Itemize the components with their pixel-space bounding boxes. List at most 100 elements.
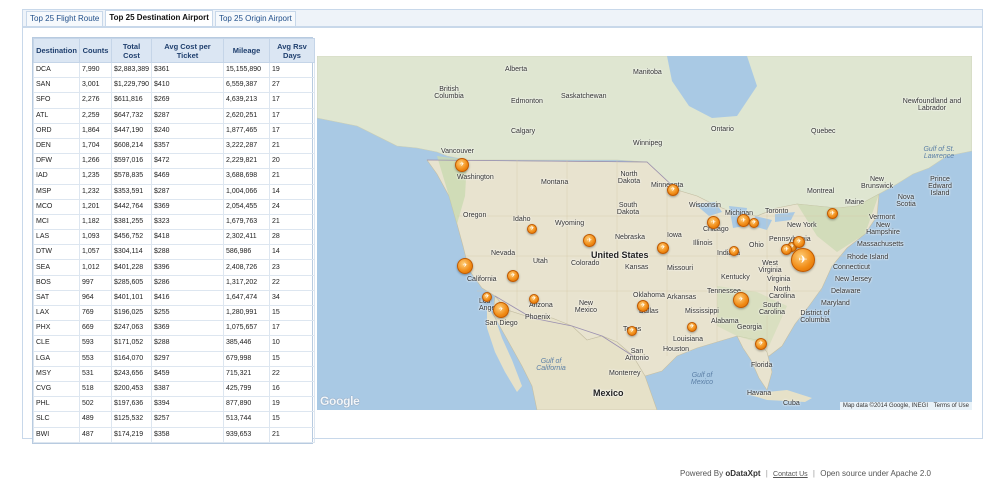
table-row[interactable]: LAX 769 $196,025 $255 1,280,991 15 — [33, 304, 315, 322]
marker-bwi[interactable]: ✈ — [781, 244, 792, 255]
marker-dca[interactable]: ✈ — [791, 248, 815, 272]
table-row[interactable]: BWI 487 $174,219 $358 939,653 21 — [33, 426, 315, 443]
marker-mco[interactable]: ✈ — [755, 338, 767, 350]
map-label-maine: Maine — [845, 199, 865, 206]
cell-destination: ORD — [33, 122, 80, 139]
cell-destination: PHL — [33, 396, 80, 413]
marker-den[interactable]: ✈ — [583, 234, 596, 247]
map-label-kansas: Kansas — [625, 264, 649, 271]
marker-sfo[interactable]: ✈ — [457, 258, 473, 274]
marker-sea[interactable]: ✈ — [455, 158, 469, 172]
cell-mileage: 1,004,066 — [223, 183, 270, 200]
cell-total-cost: $200,453 — [111, 380, 152, 398]
table-row[interactable]: SAT 964 $401,101 $416 1,647,474 34 — [33, 289, 315, 307]
map-label-newfoundland: Newfoundland and Labrador — [902, 98, 962, 112]
table-row[interactable]: PHL 502 $197,636 $394 877,890 19 — [33, 396, 315, 413]
table-row[interactable]: MSY 531 $243,656 $459 715,321 22 — [33, 365, 315, 382]
airplane-icon: ✈ — [689, 324, 695, 330]
cell-avg-cost: $358 — [151, 426, 224, 443]
table-row[interactable]: SLC 489 $125,532 $257 513,744 15 — [33, 411, 315, 428]
marker-sat[interactable]: ✈ — [627, 326, 637, 336]
table-row[interactable]: PHX 669 $247,063 $369 1,075,657 17 — [33, 320, 315, 337]
map-label-missouri: Missouri — [667, 265, 694, 272]
cell-avg-cost: $286 — [151, 274, 224, 291]
column-header-total-cost[interactable]: Total Cost — [111, 38, 152, 63]
cell-destination: MCI — [33, 213, 80, 231]
map-label-cuba: Cuba — [783, 400, 800, 407]
marker-mci[interactable]: ✈ — [657, 242, 669, 254]
table-body: DCA 7,990 $2,883,389 $361 15,155,890 19 SAN 3,0… — [33, 61, 315, 443]
map-label-san-diego: San Diego — [485, 320, 518, 327]
table-row[interactable]: DTW 1,057 $304,114 $288 586,986 14 — [33, 244, 315, 261]
marker-slc[interactable]: ✈ — [527, 224, 537, 234]
table-row[interactable]: LAS 1,093 $456,752 $418 2,302,411 28 — [33, 229, 315, 246]
marker-lax[interactable]: ✈ — [482, 292, 492, 302]
map-label-new-brunswick: New Brunswick — [861, 176, 893, 190]
cell-destination: PHX — [33, 320, 80, 337]
table-row[interactable]: DEN 1,704 $608,214 $357 3,222,287 21 — [33, 137, 315, 155]
google-logo[interactable]: Google — [320, 394, 360, 408]
cell-destination: MCO — [33, 198, 80, 215]
cell-avg-rsv-days: 17 — [269, 122, 315, 139]
table-row[interactable]: ATL 2,259 $647,732 $287 2,620,251 17 — [33, 107, 315, 124]
column-header-avg-rsv-days[interactable]: Avg Rsv Days — [269, 38, 315, 63]
table-row[interactable]: IAD 1,235 $578,835 $469 3,688,698 21 — [33, 168, 315, 185]
marker-bos[interactable]: ✈ — [827, 208, 838, 219]
marker-phx[interactable]: ✈ — [529, 294, 539, 304]
map-label-houston: Houston — [663, 346, 690, 353]
tab-top-25-flight-route[interactable]: Top 25 Flight Route — [26, 11, 104, 26]
cell-avg-rsv-days: 21 — [269, 426, 315, 443]
contact-us-link[interactable]: Contact Us — [773, 471, 808, 478]
marker-cle[interactable]: ✈ — [749, 218, 759, 228]
map-label-illinois: Illinois — [693, 240, 713, 247]
tab-top-25-destination-airport[interactable]: Top 25 Destination Airport — [105, 10, 213, 26]
table-row[interactable]: MCO 1,201 $442,764 $369 2,054,455 24 — [33, 198, 315, 215]
marker-atl[interactable]: ✈ — [733, 292, 749, 308]
table-row[interactable]: MCI 1,182 $381,255 $323 1,679,763 21 — [33, 213, 315, 231]
cell-avg-cost: $288 — [151, 335, 224, 352]
tab-top-25-origin-airport[interactable]: Top 25 Origin Airport — [214, 11, 296, 26]
table-row[interactable]: ORD 1,864 $447,190 $240 1,877,465 17 — [33, 122, 315, 139]
cell-counts: 7,990 — [79, 61, 112, 79]
cell-counts: 1,057 — [79, 244, 112, 261]
marker-msy[interactable]: ✈ — [687, 322, 697, 332]
cell-total-cost: $401,101 — [111, 289, 152, 307]
marker-las[interactable]: ✈ — [507, 270, 519, 282]
marker-msp[interactable]: ✈ — [667, 184, 679, 196]
table-row[interactable]: MSP 1,232 $353,591 $287 1,004,066 14 — [33, 183, 315, 200]
column-header-destination[interactable]: Destination — [33, 38, 80, 63]
airport-map[interactable]: Alberta Manitoba British Columbia Saskat… — [317, 56, 972, 410]
marker-san[interactable]: ✈ — [493, 302, 509, 318]
cell-total-cost: $304,114 — [111, 244, 152, 261]
column-header-mileage[interactable]: Mileage — [223, 38, 270, 63]
table-row[interactable]: CLE 593 $171,052 $288 385,446 10 — [33, 335, 315, 352]
cell-avg-cost: $297 — [151, 350, 224, 367]
table-row[interactable]: SAN 3,001 $1,229,790 $410 6,559,387 27 — [33, 77, 315, 94]
cell-mileage: 425,799 — [223, 380, 270, 398]
cell-destination: BWI — [33, 426, 80, 443]
cell-avg-cost: $394 — [151, 396, 224, 413]
table-row[interactable]: BOS 997 $285,605 $286 1,317,202 22 — [33, 274, 315, 291]
table-row[interactable]: SEA 1,012 $401,228 $396 2,408,726 23 — [33, 259, 315, 276]
map-label-colorado: Colorado — [571, 260, 600, 267]
table-row[interactable]: DFW 1,266 $597,016 $472 2,229,821 20 — [33, 153, 315, 170]
cell-avg-rsv-days: 15 — [269, 304, 315, 322]
map-label-new-york: New York — [787, 222, 817, 229]
table-row[interactable]: DCA 7,990 $2,883,389 $361 15,155,890 19 — [33, 61, 315, 79]
marker-lga[interactable]: ✈ — [793, 236, 805, 248]
table-row[interactable]: LGA 553 $164,070 $297 679,998 15 — [33, 350, 315, 367]
column-header-counts[interactable]: Counts — [79, 38, 112, 63]
terms-of-use-link[interactable]: Terms of Use — [934, 403, 969, 409]
map-label-vancouver: Vancouver — [441, 148, 474, 155]
table-row[interactable]: SFO 2,276 $611,816 $269 4,639,213 17 — [33, 92, 315, 109]
airplane-icon: ✈ — [751, 220, 757, 226]
marker-ord[interactable]: ✈ — [707, 216, 720, 229]
cell-destination: SAT — [33, 289, 80, 307]
map-attribution: Map data ©2014 Google, INEGI Terms of Us… — [839, 402, 972, 410]
marker-cvg[interactable]: ✈ — [729, 246, 739, 256]
airplane-icon: ✈ — [510, 273, 516, 279]
column-header-avg-cost-per-ticket[interactable]: Avg Cost per Ticket — [151, 38, 224, 63]
table-row[interactable]: CVG 518 $200,453 $387 425,799 16 — [33, 380, 315, 398]
marker-dtw[interactable]: ✈ — [737, 214, 750, 227]
marker-dfw[interactable]: ✈ — [637, 300, 649, 312]
